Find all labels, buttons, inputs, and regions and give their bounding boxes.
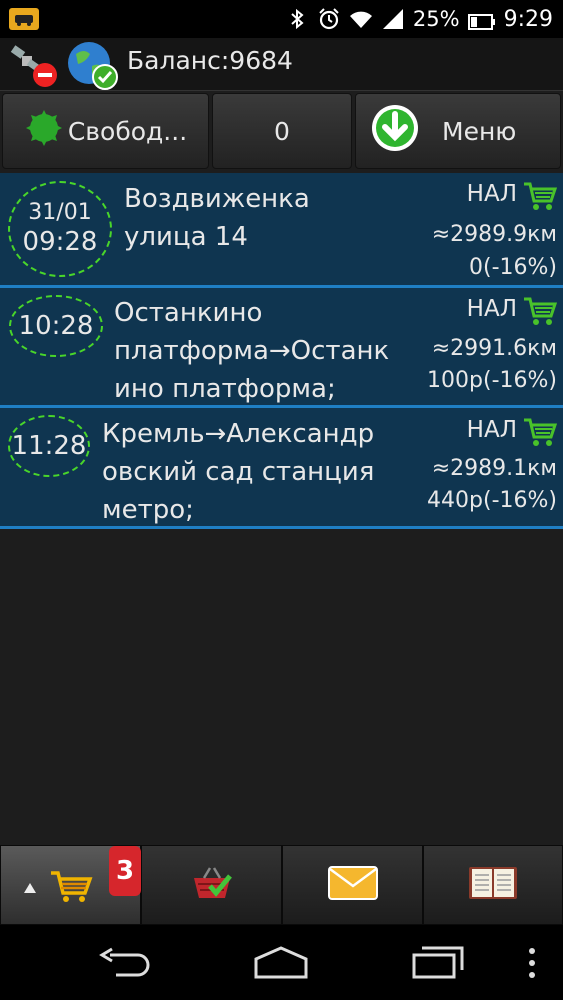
shopping-cart-icon xyxy=(523,296,558,326)
order-price: 440р(-16%) xyxy=(427,488,557,513)
order-time: 10:28 xyxy=(18,311,94,341)
app-icon xyxy=(9,8,39,30)
clock: 9:29 xyxy=(503,6,553,32)
shopping-cart-icon xyxy=(523,417,558,447)
book-icon xyxy=(468,865,518,905)
gps-status[interactable] xyxy=(8,42,58,87)
order-distance: ≈2989.1км xyxy=(431,456,557,481)
recent-apps-icon[interactable] xyxy=(410,943,468,985)
order-time-badge: 11:28 xyxy=(8,415,90,477)
counter-button[interactable]: 0 xyxy=(212,93,352,169)
driver-status-label: Свобод... xyxy=(67,116,188,146)
no-entry-icon xyxy=(32,62,58,92)
counter-value: 0 xyxy=(274,116,290,146)
download-arrow-icon xyxy=(370,103,420,159)
order-price: 0(-16%) xyxy=(469,255,557,280)
tab-orders[interactable]: 3 xyxy=(0,845,141,925)
orders-count-badge: 3 xyxy=(109,846,141,896)
order-row[interactable]: 10:28 Останкино платформа→Останк ино пла… xyxy=(0,288,563,408)
order-price: 100р(-16%) xyxy=(427,368,557,393)
bluetooth-icon xyxy=(285,7,309,31)
tab-journal[interactable] xyxy=(423,845,563,925)
status-bar: 25% 9:29 xyxy=(0,0,563,38)
network-status[interactable] xyxy=(66,40,118,90)
basket-check-icon xyxy=(190,864,234,906)
order-time-badge: 10:28 xyxy=(9,295,103,357)
overflow-menu-icon[interactable] xyxy=(527,947,537,983)
alarm-icon xyxy=(317,7,341,31)
payment-type: НАЛ xyxy=(466,296,517,322)
driver-status-button[interactable]: Свобод... xyxy=(2,93,209,169)
order-distance: ≈2991.6км xyxy=(431,336,557,361)
shopping-cart-icon xyxy=(523,181,558,211)
bottom-tab-bar: 3 xyxy=(0,845,563,925)
order-address: Воздвиженка улица 14 xyxy=(124,184,310,252)
signal-icon xyxy=(381,7,405,31)
app-header: Баланс:9684 xyxy=(0,38,563,91)
order-address: Кремль→Александр овский сад станция метр… xyxy=(102,419,375,525)
order-row[interactable]: 11:28 Кремль→Александр овский сад станци… xyxy=(0,408,563,529)
balance-label: Баланс:9684 xyxy=(127,46,293,75)
battery-percent: 25% xyxy=(412,7,460,31)
order-date: 31/01 xyxy=(28,200,92,225)
green-gear-icon xyxy=(24,108,64,154)
envelope-icon xyxy=(327,866,378,904)
order-time: 11:28 xyxy=(11,431,87,461)
menu-label: Меню xyxy=(442,116,517,146)
order-address: Останкино платформа→Останк ино платформа… xyxy=(114,298,390,404)
menu-button[interactable]: Меню xyxy=(355,93,561,169)
back-icon[interactable] xyxy=(98,947,154,985)
order-distance: ≈2989.9км xyxy=(431,222,557,247)
payment-type: НАЛ xyxy=(466,181,517,207)
battery-icon xyxy=(467,11,496,30)
order-time-badge: 31/01 09:28 xyxy=(8,181,112,277)
action-bar: Свобод... 0 Меню xyxy=(0,90,563,172)
order-time: 09:28 xyxy=(22,227,98,257)
system-nav-bar xyxy=(0,925,563,1000)
order-row[interactable]: 31/01 09:28 Воздвиженка улица 14 НАЛ ≈29… xyxy=(0,173,563,288)
tab-messages[interactable] xyxy=(282,845,423,925)
payment-type: НАЛ xyxy=(466,417,517,443)
tab-accepted-orders[interactable] xyxy=(141,845,282,925)
shopping-cart-icon xyxy=(49,869,93,907)
wifi-icon xyxy=(349,7,373,31)
expand-arrow-icon xyxy=(23,879,37,898)
home-icon[interactable] xyxy=(252,945,310,985)
